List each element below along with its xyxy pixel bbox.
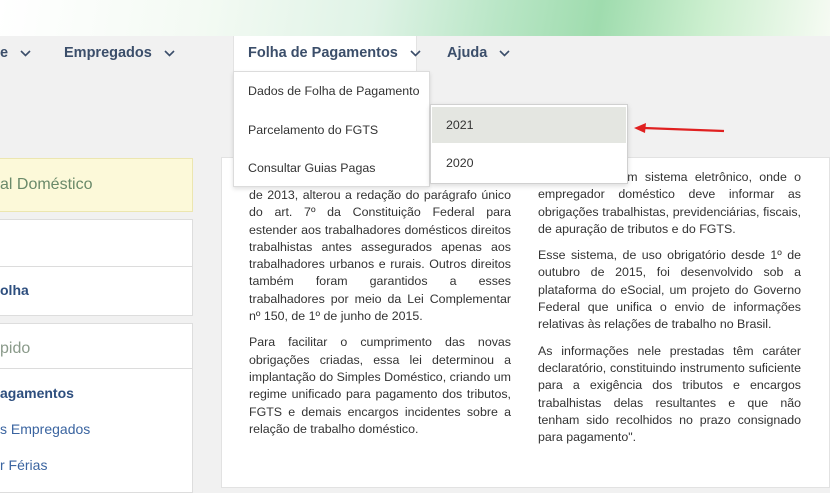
chevron-down-icon: [164, 50, 175, 57]
sidebar-link-empregados[interactable]: s Empregados: [0, 421, 90, 437]
content-paragraph: Esse sistema, de uso obrigatório desde 1…: [538, 248, 801, 332]
header-banner: [0, 0, 830, 36]
sidebar-banner: al Doméstico: [0, 158, 193, 212]
nav-item-partial[interactable]: e: [0, 36, 31, 71]
folha-dropdown-menu: Dados de Folha de Pagamento Parcelamento…: [233, 71, 430, 187]
content-paragraph: As informações nele prestadas têm caráte…: [538, 343, 801, 445]
nav-item-empregados[interactable]: Empregados: [64, 36, 175, 71]
submenu-item-2021[interactable]: 2021: [432, 107, 626, 143]
nav-item-folha-label: Folha de Pagamentos: [248, 45, 398, 61]
chevron-down-icon: [20, 50, 31, 57]
menu-item-consultar-guias[interactable]: Consultar Guias Pagas: [248, 161, 375, 175]
content-column-left: de 2013, alterou a redação do parágrafo …: [249, 187, 511, 447]
content-paragraph: de 2013, alterou a redação do parágrafo …: [249, 188, 511, 324]
year-submenu: 2021 2020: [430, 104, 628, 184]
sidebar-link-pagamentos[interactable]: agamentos: [0, 385, 74, 401]
main-nav: e Empregados Folha de Pagamentos Ajuda: [0, 36, 830, 71]
nav-item-ajuda-label: Ajuda: [447, 45, 488, 61]
sidebar-panel-top: [0, 219, 193, 316]
nav-item-empregados-label: Empregados: [64, 45, 152, 61]
sidebar-link-ferias[interactable]: r Férias: [0, 457, 47, 473]
menu-item-dados-folha[interactable]: Dados de Folha de Pagamento: [248, 84, 420, 98]
divider: [0, 368, 192, 369]
menu-item-parcelamento-fgts[interactable]: Parcelamento do FGTS: [248, 123, 378, 137]
content-column-right: a criação de um sistema eletrônico, onde…: [538, 169, 801, 455]
submenu-item-2020[interactable]: 2020: [432, 145, 626, 181]
red-arrow-annotation: [634, 123, 725, 133]
chevron-down-icon: [410, 50, 421, 57]
divider: [0, 266, 192, 267]
nav-item-ajuda[interactable]: Ajuda: [447, 36, 510, 71]
content-paragraph: Para facilitar o cumprimento das novas o…: [249, 335, 511, 436]
nav-item-folha[interactable]: Folha de Pagamentos: [233, 36, 421, 71]
sidebar-banner-label: al Doméstico: [0, 176, 93, 193]
sidebar-link-folha[interactable]: olha: [0, 282, 29, 298]
nav-item-partial-label: e: [0, 45, 9, 61]
chevron-down-icon: [499, 50, 510, 57]
sidebar-section-heading: pido: [0, 340, 31, 357]
